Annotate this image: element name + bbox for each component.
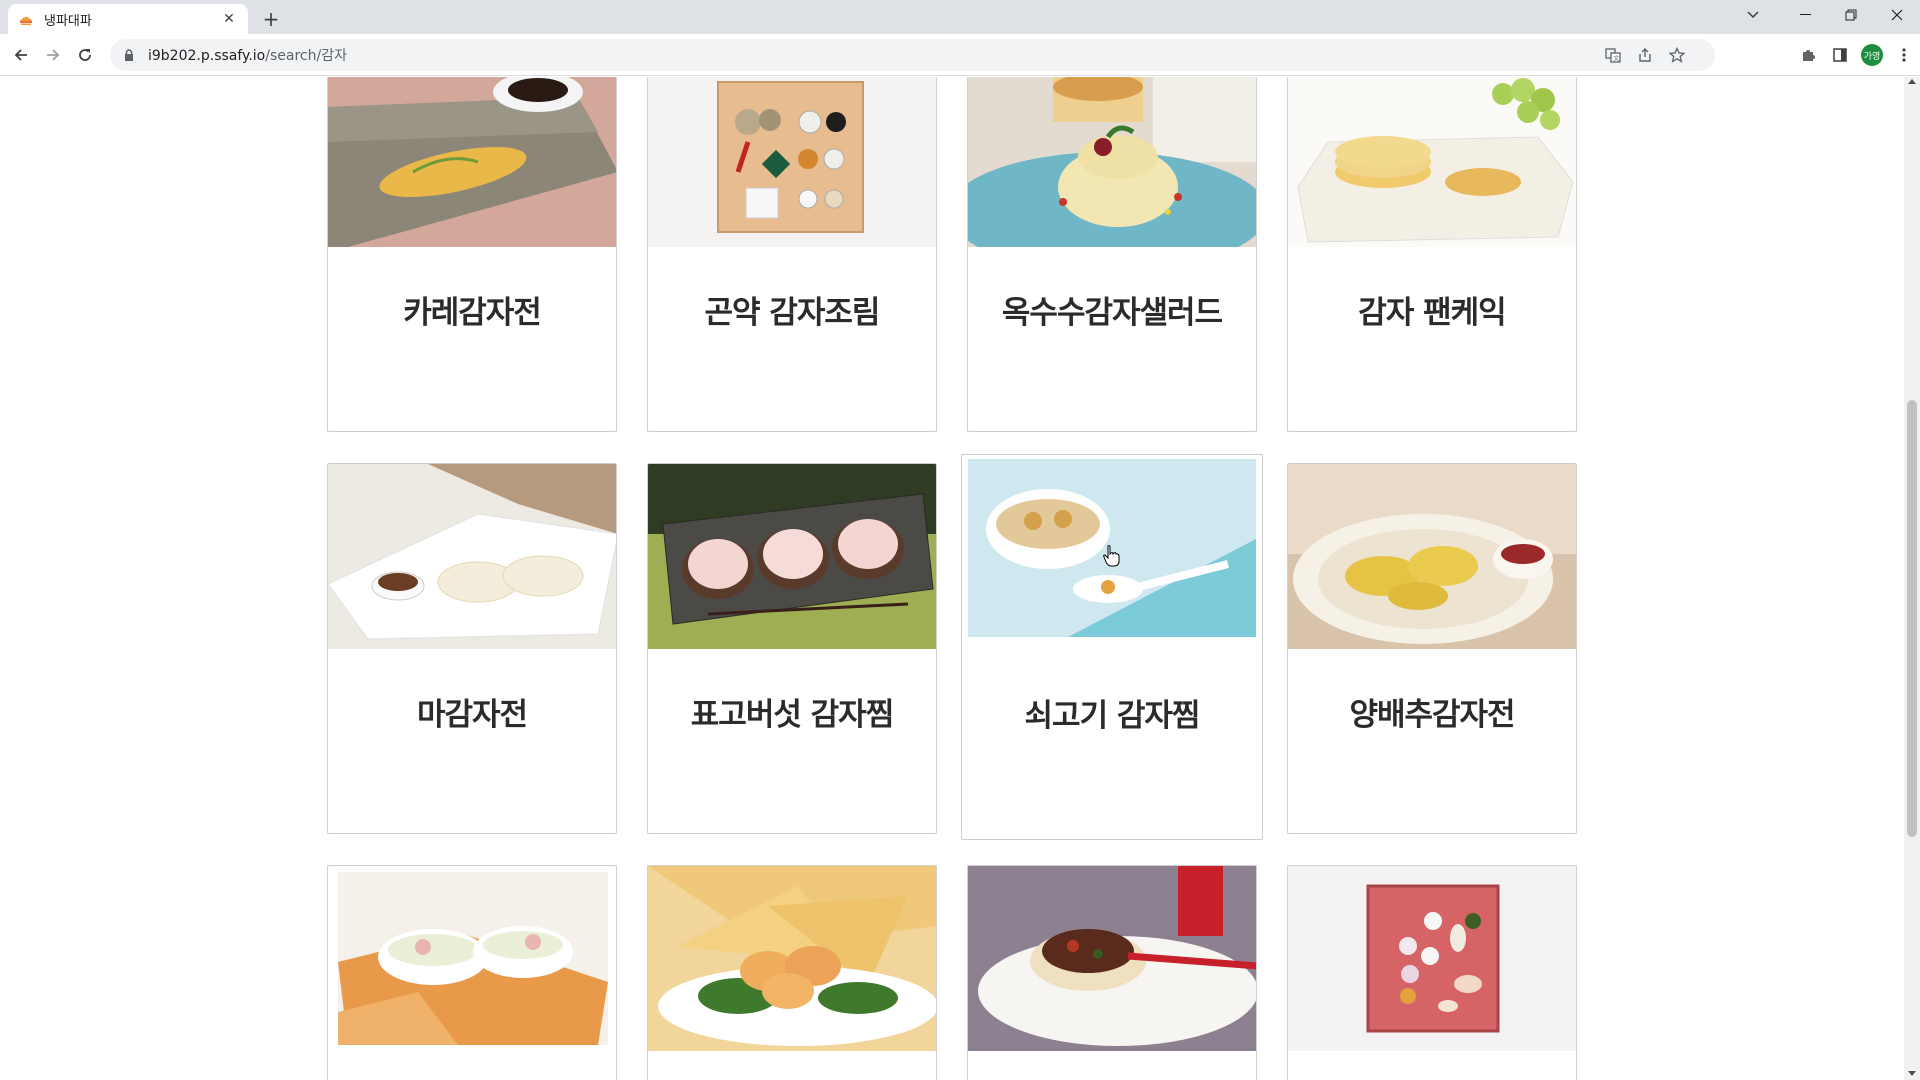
tab-strip: 냉파대파 ✕ + — [0, 0, 1920, 34]
recipe-card[interactable]: 양배추감자전 — [1287, 463, 1577, 834]
browser-toolbar: i9b202.p.ssafy.io/search/감자 文 가영 — [0, 34, 1920, 76]
avatar: 가영 — [1861, 44, 1883, 66]
restore-window-button[interactable] — [1828, 0, 1874, 30]
tab-close-icon[interactable]: ✕ — [220, 10, 238, 28]
forward-button[interactable] — [38, 40, 68, 70]
bookmark-star-icon[interactable] — [1667, 45, 1687, 65]
recipe-image — [328, 464, 616, 649]
recipe-name: 양배추감자전 — [1349, 697, 1515, 733]
close-window-button[interactable] — [1874, 0, 1920, 30]
hand-cursor-icon — [1103, 545, 1120, 567]
scroll-up-arrow-icon[interactable] — [1908, 79, 1916, 84]
back-arrow-icon — [14, 49, 27, 61]
recipe-image — [1288, 464, 1576, 649]
recipe-image — [328, 866, 616, 1051]
recipe-card-hovered[interactable]: 쇠고기 감자찜 — [961, 454, 1263, 840]
recipe-image — [328, 77, 616, 247]
recipe-image — [1288, 866, 1576, 1051]
share-icon[interactable] — [1635, 45, 1655, 65]
recipe-card[interactable]: 곤약 감자조림 — [647, 77, 937, 432]
chrome-menu-icon[interactable] — [1888, 40, 1920, 70]
recipe-image — [968, 77, 1256, 247]
recipe-name: 감자 팬케익 — [1358, 295, 1506, 331]
recipe-card[interactable] — [1287, 865, 1577, 1080]
recipe-card[interactable] — [327, 865, 617, 1080]
page-scrollbar[interactable] — [1904, 77, 1920, 1080]
recipe-card[interactable]: 감자 팬케익 — [1287, 77, 1577, 432]
recipe-image — [648, 464, 936, 649]
recipe-image — [968, 866, 1256, 1051]
browser-tab-active[interactable]: 냉파대파 ✕ — [8, 4, 248, 34]
recipe-name: 카레감자전 — [403, 295, 542, 331]
scrollbar-thumb[interactable] — [1907, 400, 1917, 837]
url-host: i9b202.p.ssafy.io — [148, 48, 266, 64]
url-path: /search/감자 — [265, 48, 347, 64]
recipe-name: 곤약 감자조림 — [704, 295, 881, 331]
recipe-card[interactable]: 옥수수감자샐러드 — [967, 77, 1257, 432]
extensions-puzzle-icon[interactable] — [1792, 40, 1824, 70]
recipe-card[interactable]: 마감자전 — [327, 463, 617, 834]
recipe-image — [648, 77, 936, 247]
address-bar[interactable]: i9b202.p.ssafy.io/search/감자 文 — [110, 39, 1715, 71]
recipe-card[interactable]: 표고버섯 감자찜 — [647, 463, 937, 834]
recipe-card[interactable] — [967, 865, 1257, 1080]
forward-arrow-icon — [47, 49, 60, 61]
recipe-image — [1288, 77, 1576, 247]
minimize-window-button[interactable] — [1782, 0, 1828, 30]
tab-title: 냉파대파 — [44, 13, 92, 29]
recipe-card[interactable] — [647, 865, 937, 1080]
recipe-card[interactable]: 카레감자전 — [327, 77, 617, 432]
site-favicon-icon — [18, 11, 34, 27]
translate-icon[interactable]: 文 — [1603, 45, 1623, 65]
page-viewport: 카레감자전 곤약 감자조림 옥수수감자샐러드 감자 팬케익 마감자전 표고버섯 … — [0, 77, 1904, 1080]
scroll-down-arrow-icon[interactable] — [1908, 1071, 1916, 1076]
url-text: i9b202.p.ssafy.io/search/감자 — [148, 45, 347, 65]
svg-text:文: 文 — [1613, 55, 1619, 63]
tab-search-chevron-icon[interactable] — [1730, 0, 1776, 30]
reload-icon — [79, 49, 91, 61]
new-tab-button[interactable]: + — [258, 6, 284, 32]
profile-avatar[interactable]: 가영 — [1856, 40, 1888, 70]
recipe-image — [648, 866, 936, 1051]
recipe-name: 쇠고기 감자찜 — [1024, 698, 1201, 734]
recipe-name: 표고버섯 감자찜 — [690, 697, 894, 733]
reload-button[interactable] — [70, 40, 100, 70]
recipe-name: 옥수수감자샐러드 — [1001, 295, 1223, 331]
side-panel-icon[interactable] — [1824, 40, 1856, 70]
recipe-name: 마감자전 — [416, 697, 528, 733]
back-button[interactable] — [6, 40, 36, 70]
lock-icon[interactable] — [124, 48, 138, 62]
